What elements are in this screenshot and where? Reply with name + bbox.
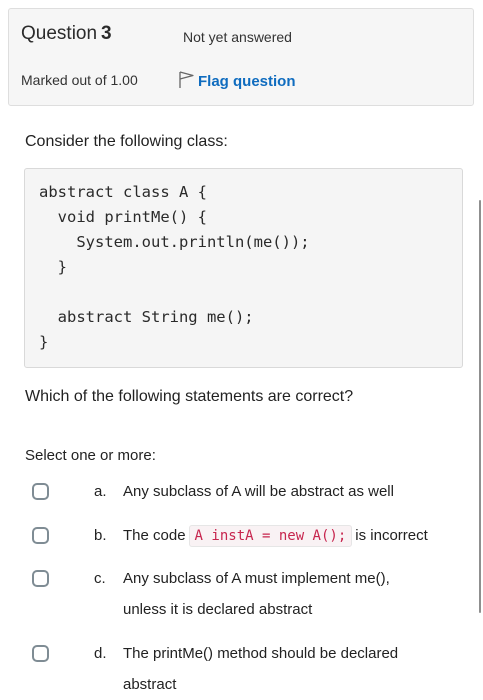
option-text-after: is incorrect (355, 527, 428, 544)
option-letter: c. (94, 570, 106, 587)
question-grade: Marked out of 1.00 (21, 72, 138, 88)
option-text: Any subclass of A will be abstract as we… (123, 483, 394, 500)
flag-question-link[interactable]: Flag question (178, 69, 296, 94)
code-line: System.out.println(me()); (39, 233, 310, 251)
option-text-line2: unless it is declared abstract (123, 601, 313, 618)
option-c-checkbox[interactable] (32, 570, 49, 587)
question-text: Which of the following statements are co… (25, 388, 354, 405)
question-number: 3 (101, 23, 112, 44)
question-prompt: Consider the following class: (25, 133, 228, 150)
code-line: abstract String me(); (39, 308, 254, 326)
scrollbar[interactable] (479, 200, 481, 613)
flag-question-label: Flag question (198, 73, 296, 90)
code-line: } (39, 333, 49, 351)
question-title: Question 3 (21, 23, 112, 45)
option-text: The printMe() method should be declared (123, 645, 399, 662)
code-line: abstract class A { (39, 183, 207, 201)
question-word: Question (21, 23, 98, 44)
option-text-before: The code (123, 527, 186, 544)
select-label: Select one or more: (25, 447, 156, 464)
question-state: Not yet answered (183, 29, 292, 45)
option-letter: d. (94, 645, 107, 662)
inline-code: A instA = new A(); (188, 525, 353, 547)
option-text: Any subclass of A must implement me(), (123, 570, 390, 587)
option-text-line2: abstract (123, 676, 177, 693)
option-b-checkbox[interactable] (32, 527, 49, 544)
code-block: abstract class A { void printMe() { Syst… (24, 168, 463, 368)
code-line: } (39, 258, 67, 276)
code-line: void printMe() { (39, 208, 207, 226)
option-letter: b. (94, 527, 107, 544)
option-letter: a. (94, 483, 107, 500)
option-a-checkbox[interactable] (32, 483, 49, 500)
flag-icon (178, 69, 198, 94)
option-d-checkbox[interactable] (32, 645, 49, 662)
option-text: The code A instA = new A(); is incorrect (123, 525, 428, 547)
question-info-box: Question 3 Not yet answered Marked out of… (8, 8, 474, 106)
